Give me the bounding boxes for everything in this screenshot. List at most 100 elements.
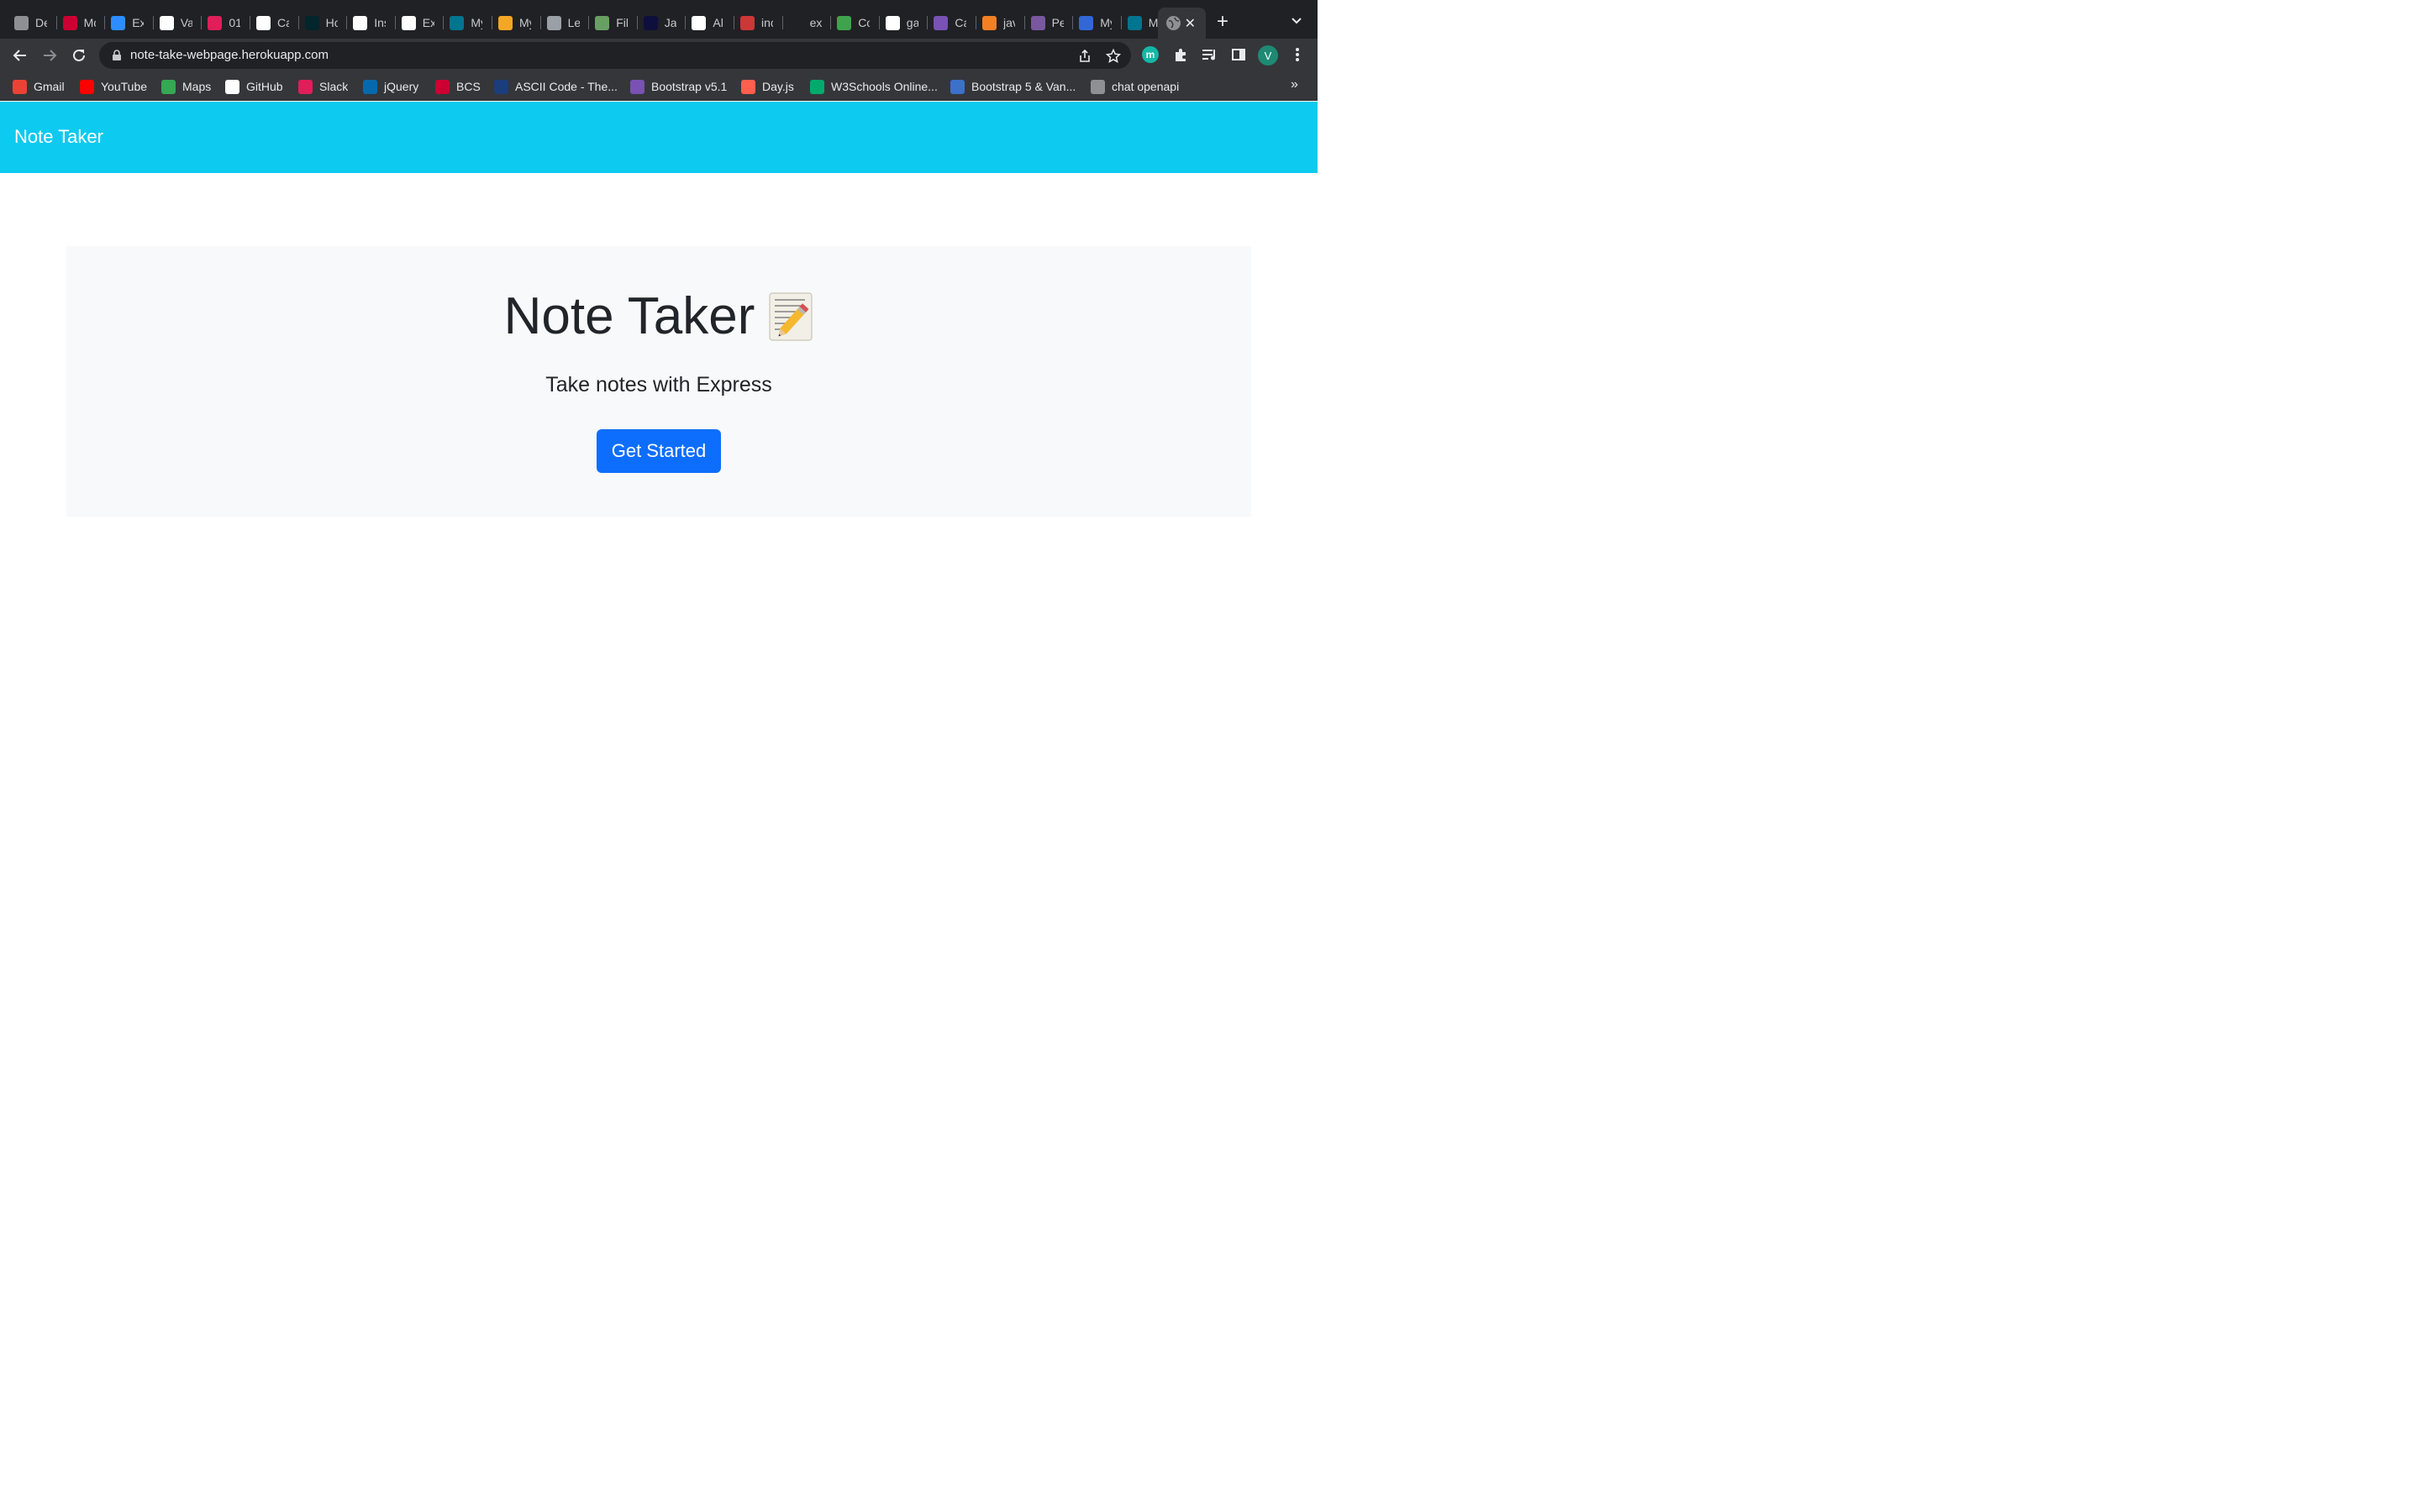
express-icon	[401, 15, 416, 30]
browser-tab[interactable]: Al	[685, 8, 734, 37]
bookmark-label: jQuery	[384, 80, 419, 93]
google-icon	[885, 15, 900, 30]
reload-icon	[73, 49, 85, 61]
tab-title: ex	[809, 16, 822, 29]
profile-avatar[interactable]: V	[1258, 45, 1278, 66]
stackoverflow-icon	[982, 15, 997, 30]
bookmark-item[interactable]: W3Schools Online...	[810, 78, 938, 95]
browser-tab[interactable]: Ca	[927, 8, 976, 37]
slack-icon	[298, 79, 313, 94]
earth-icon	[1079, 15, 1094, 30]
github-icon	[159, 15, 174, 30]
reload-button[interactable]	[69, 45, 89, 66]
tab-title: inc	[761, 16, 773, 29]
bookmark-item[interactable]: ASCII Code - The...	[494, 78, 618, 95]
bookmark-label: GitHub	[246, 80, 283, 93]
express-icon	[353, 15, 368, 30]
browser-tab[interactable]: Va	[153, 8, 203, 37]
bookmark-item[interactable]: YouTube	[80, 78, 147, 95]
active-tab[interactable]: ✕	[1158, 8, 1206, 39]
back-arrow-icon	[13, 50, 26, 61]
bookmarks-bar: Gmail YouTube Maps GitHub Slack jQuery BCS ASCI…	[0, 72, 1318, 101]
browser-tab[interactable]: My	[492, 8, 541, 37]
tab-title: Ca	[955, 16, 966, 29]
w3schools-icon	[810, 79, 824, 94]
bookmark-item[interactable]: GitHub	[225, 78, 283, 95]
memo-icon	[768, 291, 813, 342]
get-started-button[interactable]: Get Started	[597, 429, 721, 473]
browser-tab[interactable]: Ex	[104, 8, 154, 37]
bookmark-item[interactable]: Slack	[298, 78, 348, 95]
bookmark-label: Day.js	[762, 80, 794, 93]
bookmark-label: Gmail	[34, 80, 65, 93]
npm-icon	[740, 15, 755, 30]
browser-tab[interactable]: Ho	[298, 8, 348, 37]
new-tab-button[interactable]: +	[1217, 12, 1228, 32]
rutgers-r-icon	[62, 15, 77, 30]
globe-icon	[1166, 16, 1181, 30]
bookmark-item[interactable]: Day.js	[741, 78, 794, 95]
bookmark-item[interactable]: chat openapi	[1091, 78, 1179, 95]
browser-tab[interactable]: jav	[976, 8, 1025, 37]
browser-tab[interactable]: Co	[830, 8, 880, 37]
bookmark-item[interactable]: BCS	[435, 78, 481, 95]
bookmark-label: YouTube	[101, 80, 148, 93]
side-panel-icon[interactable]	[1229, 45, 1248, 64]
browser-tab[interactable]: My	[1072, 8, 1122, 37]
browser-tab[interactable]: Le	[540, 8, 590, 37]
browser-tab[interactable]: 01	[201, 8, 250, 37]
bookmarks-overflow-button[interactable]: »	[1291, 77, 1298, 92]
bootstrap-icon	[934, 15, 949, 30]
browser-tab[interactable]: De	[8, 8, 57, 37]
back-button[interactable]	[10, 45, 30, 66]
bookmark-item[interactable]: Gmail	[13, 78, 65, 95]
navbar-brand[interactable]: Note Taker	[14, 126, 103, 148]
gmail-icon	[13, 79, 27, 94]
browser-tab[interactable]: Ja	[637, 8, 687, 37]
browser-tab[interactable]: Pe	[1024, 8, 1074, 37]
tab-title: Va	[180, 16, 192, 29]
browser-tab[interactable]: ga	[879, 8, 929, 37]
browser-menu-icon[interactable]	[1288, 45, 1307, 64]
browser-tab[interactable]: inc	[734, 8, 783, 37]
tab-title: Le	[567, 16, 580, 29]
angular-a-icon	[643, 15, 658, 30]
tab-title: Ca	[277, 16, 289, 29]
tab-title: Ins	[374, 16, 386, 29]
browser-tab[interactable]: Ca	[250, 8, 299, 37]
address-bar[interactable]: note-take-webpage.herokuapp.com	[99, 42, 1131, 69]
url-text[interactable]: note-take-webpage.herokuapp.com	[130, 48, 329, 62]
browser-tab[interactable]: Ins	[346, 8, 396, 37]
edx-small-icon	[304, 15, 319, 30]
tab-title: 01	[229, 16, 241, 29]
tab-title: Ja	[664, 16, 676, 29]
tab-title: Ex	[422, 16, 434, 29]
youtube-icon	[80, 79, 94, 94]
lock-icon[interactable]	[111, 50, 123, 61]
bookmark-item[interactable]: Bootstrap 5 & Van...	[950, 78, 1076, 95]
bookmark-item[interactable]: Bootstrap v5.1	[630, 78, 727, 95]
bookmark-label: Slack	[319, 80, 349, 93]
bookmark-item[interactable]: jQuery	[363, 78, 418, 95]
bookmark-label: Bootstrap 5 & Van...	[971, 80, 1076, 93]
extension-m-icon[interactable]: m	[1142, 46, 1159, 63]
forward-button[interactable]	[39, 45, 60, 66]
browser-tab-strip: De Mo Ex Va 01 Ca Ho Ins Ex My My Le Fil Ja Al inc ex Co g…	[0, 0, 1318, 39]
media-queue-icon[interactable]	[1200, 45, 1218, 64]
bookmark-star-icon[interactable]	[1106, 49, 1121, 64]
browser-tab[interactable]: Fil	[588, 8, 638, 37]
browser-tab[interactable]: ex	[782, 8, 832, 37]
browser-tab[interactable]: Mo	[56, 8, 106, 37]
close-tab-icon[interactable]: ✕	[1185, 15, 1196, 32]
bookmark-item[interactable]: Maps	[161, 78, 211, 95]
browser-tab[interactable]: My	[443, 8, 492, 37]
browser-tab[interactable]: Ex	[395, 8, 445, 37]
page-title: Note Taker	[66, 286, 1251, 346]
mdb-icon	[950, 79, 965, 94]
tab-title: Al	[713, 16, 723, 29]
tab-search-chevron-icon[interactable]	[1291, 15, 1302, 27]
share-icon[interactable]	[1077, 49, 1092, 64]
tab-title: Pe	[1051, 16, 1064, 29]
tab-title: Ex	[132, 16, 145, 29]
extensions-puzzle-icon[interactable]	[1171, 45, 1190, 64]
